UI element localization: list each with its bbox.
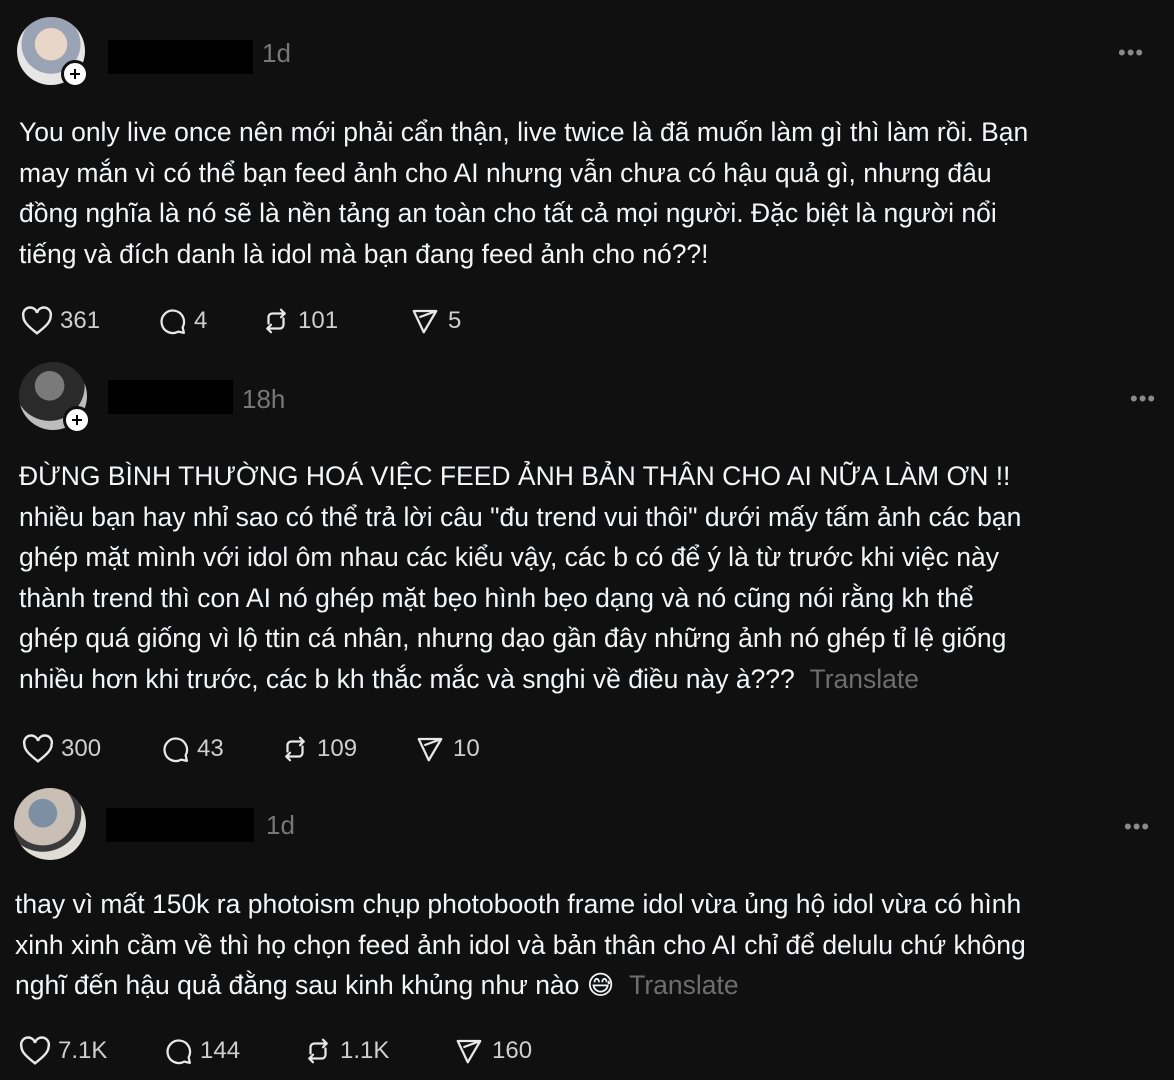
post-text: You only live once nên mới phải cẩn thận…: [19, 112, 1028, 274]
post-actions: 300 43 109 10: [21, 734, 480, 764]
post-1: 1d ••• You only live once nên mới phải c…: [0, 0, 1174, 350]
repost-count: 1.1K: [340, 1037, 390, 1064]
avatar[interactable]: [14, 788, 86, 860]
comment-icon: [163, 737, 189, 763]
post-text-line: nhiều bạn hay nhỉ sao có thể trả lời câu…: [19, 501, 1022, 532]
share-count: 10: [453, 735, 480, 762]
post-text-line: thay vì mất 150k ra photoism chụp photob…: [15, 889, 1022, 919]
comment-count: 144: [200, 1037, 241, 1064]
post-text-line: đồng nghĩa là nó sẽ là nền tảng an toàn …: [19, 198, 997, 228]
post-text-line-content: nghĩ đến hậu quả đằng sau kinh khủng như…: [15, 970, 580, 1000]
post-text-line: may mắn vì có thể bạn feed ảnh cho AI nh…: [19, 157, 992, 188]
post-actions: 7.1K 144 1.1K 160: [18, 1036, 532, 1066]
translate-link[interactable]: Translate: [810, 664, 919, 694]
post-text-line-content: nhiều hơn khi trước, các b kh thắc mắc v…: [19, 663, 795, 694]
like-button[interactable]: 7.1K: [18, 1036, 162, 1066]
post-text: ĐỪNG BÌNH THƯỜNG HOÁ VIỆC FEED ẢNH BẢN T…: [19, 456, 1021, 699]
comment-button[interactable]: 4: [156, 306, 260, 336]
comment-button[interactable]: 43: [159, 734, 279, 764]
post-text: thay vì mất 150k ra photoism chụp photob…: [15, 884, 1026, 1006]
repost-button[interactable]: 101: [260, 306, 408, 336]
repost-icon: [266, 308, 286, 334]
sweat-smile-emoji: 😅: [586, 970, 615, 1000]
post-text-line: ghép quá giống vì lộ ttin cá nhân, nhưng…: [19, 623, 1007, 653]
post-time: 1d: [262, 38, 291, 68]
repost-icon: [308, 1038, 328, 1064]
username-redacted[interactable]: [106, 808, 254, 842]
repost-icon: [285, 736, 305, 762]
heart-icon: [21, 306, 53, 335]
repost-count: 101: [298, 307, 339, 334]
post-text-line: thành trend thì con AI nó ghép mặt bẹo h…: [19, 582, 974, 613]
share-count: 5: [448, 307, 462, 334]
repost-button[interactable]: 109: [279, 734, 413, 764]
more-icon[interactable]: •••: [1130, 386, 1156, 412]
more-icon[interactable]: •••: [1118, 40, 1144, 66]
send-icon: [412, 309, 438, 334]
heart-icon: [22, 734, 54, 763]
post-text-line: tiếng và đích danh là idol mà bạn đang f…: [19, 238, 709, 269]
post-text-line: nghĩ đến hậu quả đằng sau kinh khủng như…: [15, 965, 1026, 1006]
heart-icon: [19, 1036, 51, 1065]
comment-icon: [166, 1039, 192, 1065]
post-text-line: ghép mặt mình với idol ôm nhau các kiểu …: [19, 542, 1000, 572]
more-icon[interactable]: •••: [1124, 814, 1150, 840]
send-icon: [417, 737, 443, 762]
post-2: 18h ••• ĐỪNG BÌNH THƯỜNG HOÁ VIỆC FEED Ả…: [0, 350, 1174, 780]
like-count: 7.1K: [58, 1037, 108, 1064]
post-text-line: ĐỪNG BÌNH THƯỜNG HOÁ VIỆC FEED ẢNH BẢN T…: [19, 461, 1011, 491]
comment-button[interactable]: 144: [162, 1036, 302, 1066]
comment-count: 4: [194, 307, 208, 334]
post-text-line: nhiều hơn khi trước, các b kh thắc mắc v…: [19, 659, 1021, 700]
translate-link[interactable]: Translate: [629, 970, 738, 1000]
repost-button[interactable]: 1.1K: [302, 1036, 452, 1066]
comment-count: 43: [197, 735, 224, 762]
post-time: 18h: [242, 384, 286, 414]
username-redacted[interactable]: [108, 380, 233, 414]
share-button[interactable]: 160: [452, 1036, 532, 1066]
post-3: 1d ••• thay vì mất 150k ra photoism chụp…: [0, 780, 1174, 1080]
like-button[interactable]: 300: [21, 734, 159, 764]
share-button[interactable]: 5: [408, 306, 461, 336]
follow-plus-icon[interactable]: [61, 60, 89, 88]
post-actions: 361 4 101 5: [20, 306, 461, 336]
follow-plus-icon[interactable]: [63, 406, 91, 434]
share-button[interactable]: 10: [413, 734, 480, 764]
send-icon: [456, 1039, 482, 1064]
post-text-line: You only live once nên mới phải cẩn thận…: [19, 117, 1029, 147]
post-time: 1d: [266, 810, 295, 840]
like-button[interactable]: 361: [20, 306, 156, 336]
share-count: 160: [492, 1037, 533, 1064]
like-count: 361: [60, 307, 101, 334]
like-count: 300: [61, 735, 102, 762]
post-text-line: xinh xinh cầm về thì họ chọn feed ảnh id…: [15, 929, 1026, 960]
comment-icon: [160, 309, 186, 335]
repost-count: 109: [317, 735, 358, 762]
username-redacted[interactable]: [108, 40, 253, 74]
